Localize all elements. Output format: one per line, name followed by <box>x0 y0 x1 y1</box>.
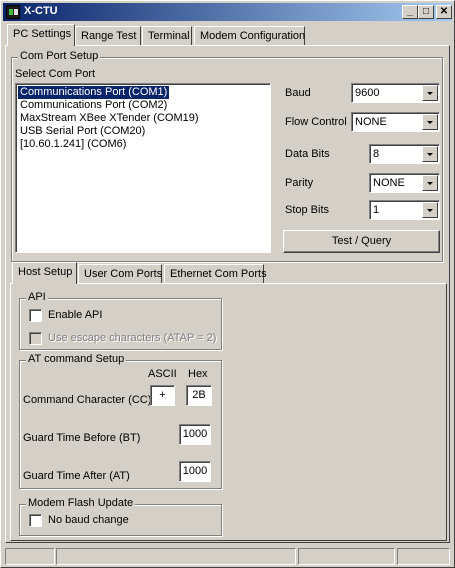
command-character-ascii-field[interactable]: + <box>150 385 175 406</box>
com-port-list[interactable]: Communications Port (COM1) Communication… <box>15 83 271 253</box>
api-group-label: API <box>26 291 48 303</box>
com-port-item-com6[interactable]: [10.60.1.241] (COM6) <box>18 138 128 151</box>
tab-modem-configuration[interactable]: Modem Configuration <box>194 26 305 46</box>
guard-time-after-label: Guard Time After (AT) <box>23 470 130 482</box>
host-setup-panel: API Enable API Use escape characters (AT… <box>10 283 447 541</box>
com-port-item-com2[interactable]: Communications Port (COM2) <box>18 99 169 112</box>
tab-host-setup[interactable]: Host Setup <box>12 262 77 284</box>
baud-value: 9600 <box>355 87 380 99</box>
at-command-setup-group: AT command Setup ASCII Hex Command Chara… <box>19 353 222 489</box>
flow-control-label: Flow Control <box>285 116 347 128</box>
api-group: API Enable API Use escape characters (AT… <box>19 291 222 350</box>
flow-control-select[interactable]: NONE <box>351 112 440 132</box>
baud-label: Baud <box>285 87 311 99</box>
chevron-down-icon[interactable] <box>422 114 438 130</box>
modem-flash-update-group: Modem Flash Update No baud change <box>19 497 222 536</box>
com-port-item-com1[interactable]: Communications Port (COM1) <box>18 86 170 99</box>
stop-bits-value: 1 <box>373 204 380 216</box>
no-baud-change-label: No baud change <box>48 514 129 526</box>
com-port-setup-group: Com Port Setup Select Com Port Communica… <box>11 50 443 262</box>
enable-api-checkbox[interactable] <box>29 309 42 322</box>
command-character-hex-field[interactable]: 2B <box>186 385 212 406</box>
no-baud-change-checkbox[interactable] <box>29 514 42 527</box>
stop-bits-select[interactable]: 1 <box>369 200 440 220</box>
hex-header: Hex <box>188 368 208 380</box>
guard-time-after-field[interactable]: 1000 <box>179 461 211 482</box>
title-bar[interactable]: X-CTU _ □ ✕ <box>3 3 452 21</box>
guard-time-before-label: Guard Time Before (BT) <box>23 432 141 444</box>
com-port-item-com20[interactable]: USB Serial Port (COM20) <box>18 125 147 138</box>
status-bar-cell-3 <box>298 548 395 565</box>
window-title: X-CTU <box>24 5 58 17</box>
tab-user-com-ports[interactable]: User Com Ports <box>78 264 162 284</box>
test-query-button[interactable]: Test / Query <box>283 230 440 253</box>
chevron-down-icon[interactable] <box>422 85 438 101</box>
status-bar-cell-2 <box>56 548 296 565</box>
minimize-button[interactable]: _ <box>402 5 418 19</box>
tab-terminal[interactable]: Terminal <box>142 26 192 46</box>
flow-control-value: NONE <box>355 116 387 128</box>
data-bits-value: 8 <box>373 148 380 160</box>
data-bits-label: Data Bits <box>285 148 330 160</box>
parity-label: Parity <box>285 177 314 189</box>
status-bar-cell-4 <box>397 548 450 565</box>
guard-time-before-field[interactable]: 1000 <box>179 424 211 445</box>
data-bits-select[interactable]: 8 <box>369 144 440 164</box>
enable-api-label: Enable API <box>48 309 103 321</box>
chevron-down-icon[interactable] <box>422 146 438 162</box>
xctu-window: X-CTU _ □ ✕ PC Settings Range Test Termi… <box>0 0 455 568</box>
parity-value: NONE <box>373 177 405 189</box>
use-escape-label: Use escape characters (ATAP = 2) <box>48 332 217 344</box>
chevron-down-icon[interactable] <box>422 202 438 218</box>
status-bar-cell-1 <box>5 548 55 565</box>
xctu-app-icon <box>6 5 20 19</box>
stop-bits-label: Stop Bits <box>285 204 330 216</box>
baud-select[interactable]: 9600 <box>351 83 440 103</box>
com-port-item-com19[interactable]: MaxStream XBee XTender (COM19) <box>18 112 201 125</box>
parity-select[interactable]: NONE <box>369 173 440 193</box>
modem-flash-update-label: Modem Flash Update <box>26 497 136 509</box>
tab-range-test[interactable]: Range Test <box>75 26 141 46</box>
ascii-header: ASCII <box>148 368 177 380</box>
pc-settings-panel: Com Port Setup Select Com Port Communica… <box>5 45 450 543</box>
com-port-setup-label: Com Port Setup <box>18 50 101 62</box>
command-character-label: Command Character (CC) <box>23 394 152 406</box>
select-com-port-label: Select Com Port <box>15 68 96 80</box>
use-escape-checkbox[interactable] <box>29 332 42 345</box>
close-button[interactable]: ✕ <box>436 5 452 19</box>
tab-pc-settings[interactable]: PC Settings <box>7 24 75 46</box>
maximize-button[interactable]: □ <box>418 5 434 19</box>
tab-ethernet-com-ports[interactable]: Ethernet Com Ports <box>164 264 267 284</box>
at-command-setup-label: AT command Setup <box>26 353 127 365</box>
chevron-down-icon[interactable] <box>422 175 438 191</box>
